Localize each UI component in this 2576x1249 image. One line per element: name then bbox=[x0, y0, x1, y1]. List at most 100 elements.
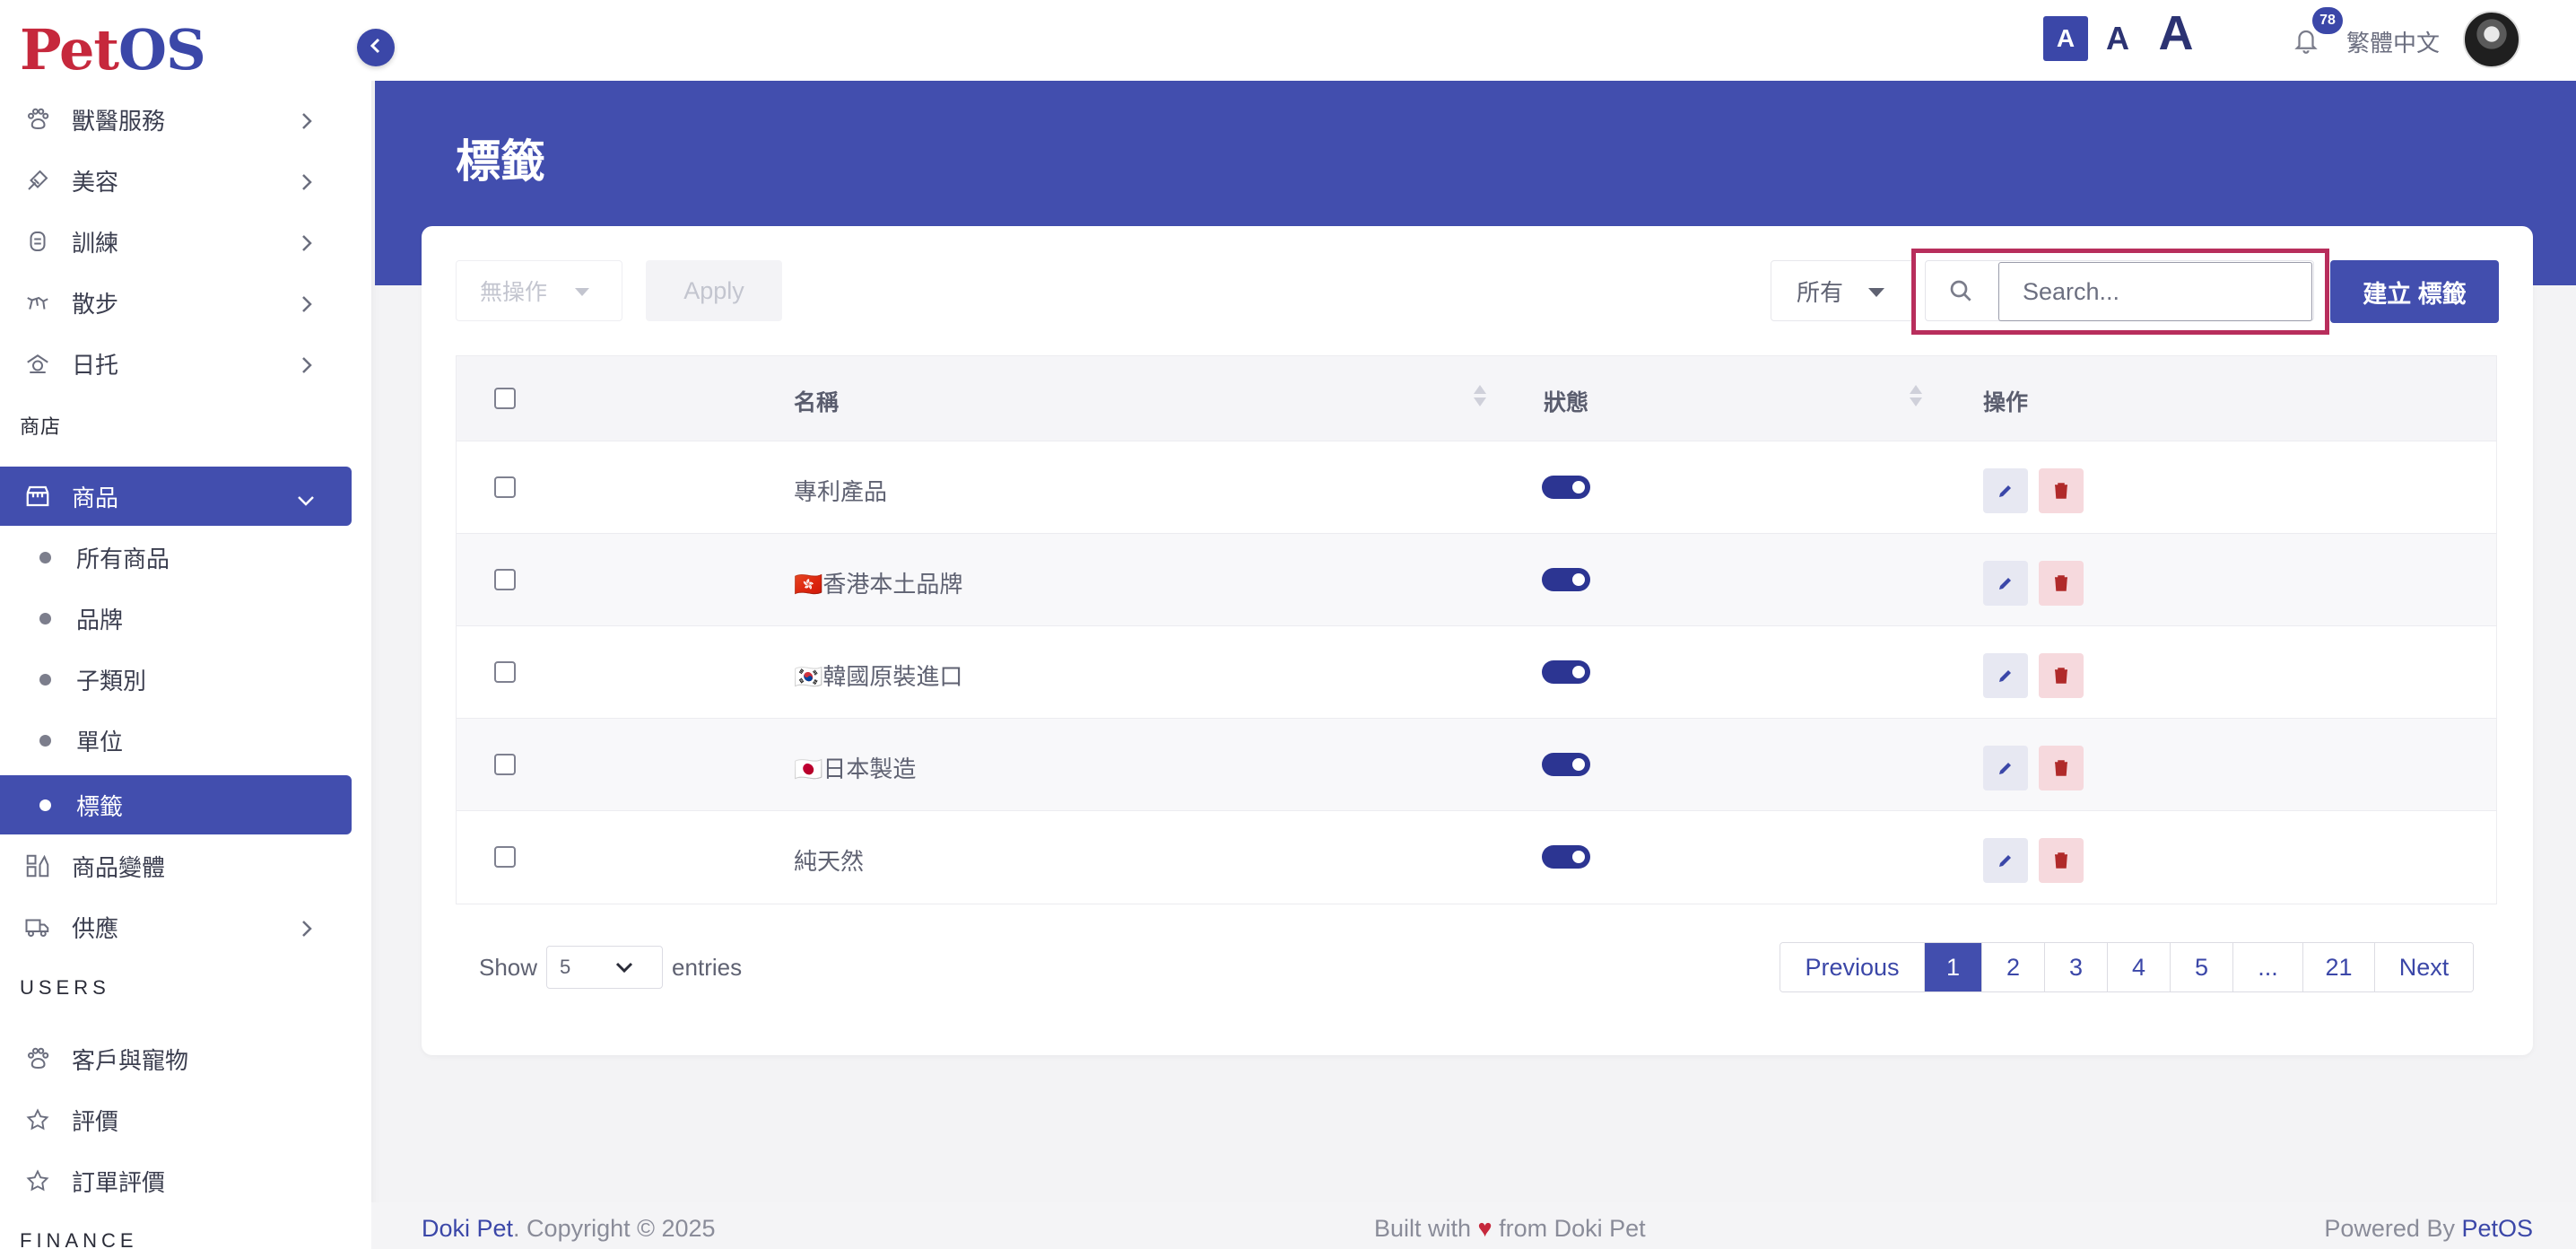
select-all-checkbox[interactable] bbox=[494, 388, 516, 409]
status-toggle[interactable] bbox=[1542, 753, 1590, 776]
table-row: 🇰🇷韓國原裝進口 bbox=[457, 625, 2496, 718]
status-filter-value: 所有 bbox=[1797, 278, 1844, 306]
delete-button[interactable] bbox=[2039, 653, 2084, 698]
dog-icon bbox=[22, 225, 54, 258]
table-header: 名稱 狀態 操作 bbox=[457, 356, 2496, 441]
column-header-status[interactable]: 狀態 bbox=[1544, 385, 1588, 417]
edit-button[interactable] bbox=[1983, 746, 2028, 790]
table-row: 專利產品 bbox=[457, 441, 2496, 533]
store-icon bbox=[22, 480, 54, 512]
sidebar-item-supply[interactable]: 供應 bbox=[0, 897, 352, 956]
status-toggle[interactable] bbox=[1542, 660, 1590, 684]
logo-text-pet: Pet bbox=[20, 17, 119, 83]
column-header-name[interactable]: 名稱 bbox=[794, 385, 839, 417]
sidebar-item-reviews[interactable]: 評價 bbox=[0, 1090, 352, 1149]
apply-button[interactable]: Apply bbox=[646, 260, 782, 321]
section-label-shop: 商店 bbox=[20, 415, 62, 438]
heart-icon: ♥ bbox=[1477, 1215, 1493, 1242]
row-checkbox[interactable] bbox=[494, 846, 516, 868]
font-size-large-button[interactable]: A bbox=[2151, 6, 2201, 60]
page-button[interactable]: 5 bbox=[2170, 943, 2232, 991]
sidebar-item-daycare[interactable]: 日托 bbox=[0, 334, 352, 393]
sidebar-subitem-tags[interactable]: 標籤 bbox=[0, 775, 352, 834]
page-button[interactable]: 3 bbox=[2044, 943, 2107, 991]
caret-down-icon bbox=[1868, 288, 1884, 297]
row-checkbox[interactable] bbox=[494, 754, 516, 775]
status-toggle[interactable] bbox=[1542, 845, 1590, 869]
delete-button[interactable] bbox=[2039, 561, 2084, 606]
font-size-medium-button[interactable]: A bbox=[2095, 16, 2140, 61]
powered-by-text: Powered By bbox=[2324, 1215, 2462, 1242]
sidebar-subitem-units[interactable]: 單位 bbox=[0, 711, 352, 770]
row-checkbox[interactable] bbox=[494, 476, 516, 498]
notification-badge: 78 bbox=[2312, 7, 2343, 34]
status-toggle[interactable] bbox=[1542, 476, 1590, 499]
font-size-small-button[interactable]: A bbox=[2043, 16, 2088, 61]
petos-link[interactable]: PetOS bbox=[2461, 1215, 2533, 1242]
sidebar-collapse-button[interactable] bbox=[357, 29, 395, 66]
page-title: 標籤 bbox=[456, 136, 545, 187]
sidebar: PetOS 獸醫服務 美容 訓練 散步 日托 商店 商品 所有商品 品牌 子類別… bbox=[0, 0, 371, 1249]
next-page-button[interactable]: Next bbox=[2374, 943, 2473, 991]
pencil-icon bbox=[1999, 855, 2011, 867]
sidebar-subitem-brands[interactable]: 品牌 bbox=[0, 589, 352, 648]
edit-button[interactable] bbox=[1983, 653, 2028, 698]
page-button[interactable]: 1 bbox=[1924, 943, 1981, 991]
edit-button[interactable] bbox=[1983, 561, 2028, 606]
sidebar-item-grooming[interactable]: 美容 bbox=[0, 151, 352, 210]
page-button[interactable]: 21 bbox=[2302, 943, 2374, 991]
row-checkbox[interactable] bbox=[494, 661, 516, 683]
tags-table: 名稱 狀態 操作 專利產品 🇭🇰香港本土品牌 🇰🇷韓國原裝進口 🇯🇵日本製造 純 bbox=[456, 355, 2497, 904]
page-button[interactable]: 4 bbox=[2107, 943, 2170, 991]
search-input[interactable] bbox=[1998, 262, 2312, 321]
previous-page-button[interactable]: Previous bbox=[1780, 943, 1924, 991]
page-footer: Doki Pet. Copyright © 2025 Built with ♥ … bbox=[371, 1202, 2576, 1249]
sidebar-item-walking[interactable]: 散步 bbox=[0, 273, 352, 332]
delete-button[interactable] bbox=[2039, 746, 2084, 790]
sidebar-subitem-all-products[interactable]: 所有商品 bbox=[0, 528, 352, 587]
sidebar-subitem-subcategories[interactable]: 子類別 bbox=[0, 650, 352, 709]
footer-powered-by: Powered By PetOS bbox=[2324, 1215, 2533, 1243]
language-selector[interactable]: 繁體中文 bbox=[2346, 25, 2440, 58]
sidebar-item-label: 散步 bbox=[72, 290, 119, 318]
paw-icon bbox=[22, 103, 54, 135]
page-length-select[interactable]: 5 bbox=[546, 946, 664, 989]
built-with-text: Built with bbox=[1374, 1215, 1478, 1242]
daycare-icon bbox=[22, 347, 54, 380]
truck-icon bbox=[22, 911, 54, 943]
chevron-right-icon bbox=[298, 231, 316, 259]
bulk-action-select[interactable]: 無操作 bbox=[456, 260, 622, 321]
status-toggle[interactable] bbox=[1542, 568, 1590, 591]
sort-icon[interactable] bbox=[1910, 385, 1922, 412]
column-header-actions: 操作 bbox=[1983, 390, 2029, 415]
pencil-icon bbox=[1999, 485, 2011, 497]
sidebar-item-products[interactable]: 商品 bbox=[0, 467, 352, 526]
variants-icon bbox=[22, 850, 54, 882]
sidebar-item-label: 子類別 bbox=[76, 667, 147, 694]
trash-icon bbox=[2055, 852, 2067, 869]
sidebar-item-vet[interactable]: 獸醫服務 bbox=[0, 90, 352, 149]
sidebar-item-order-reviews[interactable]: 訂單評價 bbox=[0, 1151, 352, 1210]
sort-icon[interactable] bbox=[1474, 385, 1486, 412]
edit-button[interactable] bbox=[1983, 468, 2028, 513]
chevron-right-icon bbox=[298, 293, 316, 320]
row-checkbox[interactable] bbox=[494, 569, 516, 590]
caret-down-icon bbox=[575, 288, 589, 296]
chevron-right-icon bbox=[298, 109, 316, 137]
sidebar-item-variants[interactable]: 商品變體 bbox=[0, 836, 352, 895]
status-filter-select[interactable]: 所有 bbox=[1771, 260, 1916, 321]
app-logo[interactable]: PetOS bbox=[20, 22, 206, 79]
create-tag-button[interactable]: 建立 標籤 bbox=[2330, 260, 2499, 323]
company-link[interactable]: Doki Pet bbox=[422, 1215, 513, 1242]
edit-button[interactable] bbox=[1983, 838, 2028, 883]
logo-text-os: OS bbox=[118, 17, 206, 83]
delete-button[interactable] bbox=[2039, 838, 2084, 883]
avatar[interactable] bbox=[2463, 11, 2520, 68]
sidebar-item-training[interactable]: 訓練 bbox=[0, 212, 352, 271]
bullet-icon bbox=[39, 734, 51, 747]
delete-button[interactable] bbox=[2039, 468, 2084, 513]
page-button[interactable]: 2 bbox=[1981, 943, 2044, 991]
brush-icon bbox=[22, 164, 54, 197]
sidebar-item-customers[interactable]: 客戶與寵物 bbox=[0, 1029, 352, 1088]
copyright-text: . Copyright © 2025 bbox=[513, 1215, 716, 1242]
